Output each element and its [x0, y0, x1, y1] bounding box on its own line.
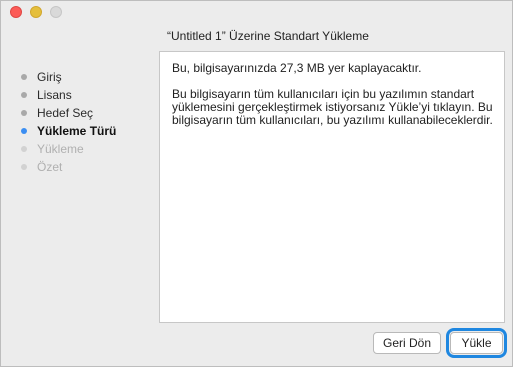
installer-steps: Giriş Lisans Hedef Seç Yükleme Türü Yükl… — [21, 68, 116, 176]
step-label: Yükleme Türü — [37, 124, 117, 138]
step-label: Yükleme — [37, 142, 84, 156]
step-label: Lisans — [37, 88, 72, 102]
step-bullet-icon — [21, 110, 27, 116]
close-window-button[interactable] — [10, 6, 22, 18]
step-lisans: Lisans — [21, 86, 116, 104]
installer-window: “Untitled 1” Üzerine Standart Yükleme Gi… — [0, 0, 513, 367]
zoom-window-button — [50, 6, 62, 18]
step-giris: Giriş — [21, 68, 116, 86]
page-title: “Untitled 1” Üzerine Standart Yükleme — [167, 29, 369, 43]
back-button[interactable]: Geri Dön — [373, 332, 441, 354]
step-yukleme: Yükleme — [21, 140, 116, 158]
step-bullet-icon — [21, 74, 27, 80]
install-button[interactable]: Yükle — [446, 328, 507, 358]
step-bullet-icon — [21, 128, 27, 134]
install-description-text: Bu bilgisayarın tüm kullanıcıları için b… — [172, 87, 493, 127]
step-label: Giriş — [37, 70, 62, 84]
step-hedef-sec: Hedef Seç — [21, 104, 116, 122]
step-bullet-icon — [21, 164, 27, 170]
content-panel: Bu, bilgisayarınızda 27,3 MB yer kaplaya… — [159, 51, 505, 323]
step-yukleme-turu: Yükleme Türü — [21, 122, 116, 140]
step-bullet-icon — [21, 146, 27, 152]
minimize-window-button[interactable] — [30, 6, 42, 18]
step-ozet: Özet — [21, 158, 116, 176]
disk-space-text: Bu, bilgisayarınızda 27,3 MB yer kaplaya… — [172, 61, 422, 75]
step-label: Hedef Seç — [37, 106, 94, 120]
step-label: Özet — [37, 160, 63, 174]
step-bullet-icon — [21, 92, 27, 98]
title-bar — [1, 1, 512, 23]
